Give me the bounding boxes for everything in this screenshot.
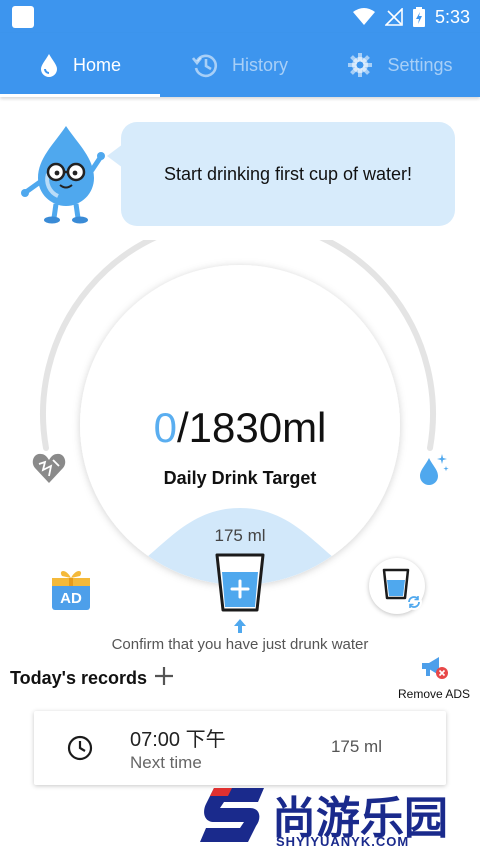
refresh-icon [406, 594, 422, 610]
daily-target: /1830ml [176, 404, 327, 451]
drink-progress-value: 0/1830ml [0, 404, 480, 452]
status-icons: 5:33 [352, 5, 470, 29]
cup-amount: 175 ml [214, 526, 266, 545]
tab-bar: Home History Settings [0, 33, 480, 97]
tip-bubble: Start drinking first cup of water! [107, 122, 455, 226]
clock-icon [67, 735, 93, 761]
record-time: 07:00 下午 [130, 729, 226, 751]
add-record-icon[interactable] [152, 664, 176, 688]
water-drop-mascot [21, 126, 105, 224]
watermark-logo: 尚游乐园 SHYIYUANYK.COM [198, 780, 480, 853]
drink-cup-button[interactable] [214, 552, 266, 614]
battery-icon [412, 7, 425, 27]
wifi-icon [352, 8, 375, 25]
record-amount: 175 ml [330, 737, 382, 756]
tab-history[interactable]: History [160, 33, 320, 97]
megaphone-icon [422, 657, 448, 679]
notification-icon [12, 6, 34, 28]
daily-target-label: Daily Drink Target [163, 468, 317, 488]
gear-icon [348, 53, 373, 77]
tab-home-label: Home [72, 54, 121, 75]
status-time: 5:33 [434, 6, 470, 27]
switch-cup-button[interactable] [369, 558, 425, 614]
records-title: Today's records [10, 668, 147, 688]
current-intake: 0 [153, 404, 177, 451]
tab-settings-label: Settings [387, 54, 453, 75]
tab-home[interactable]: Home [0, 33, 160, 97]
ad-label: AD [60, 590, 82, 607]
heart-start-icon [32, 453, 66, 483]
water-drops-goal-icon [420, 454, 449, 485]
watermark-url: SHYIYUANYK.COM [276, 834, 410, 849]
record-subtitle: Next time [130, 753, 202, 772]
confirm-drink-text: Confirm that you have just drunk water [111, 636, 369, 653]
watermark-s-logo [200, 788, 264, 842]
tab-settings[interactable]: Settings [320, 33, 480, 97]
history-icon [191, 54, 217, 78]
remove-ads-label: Remove ADS [397, 687, 471, 701]
signal-icon [384, 8, 403, 26]
status-bar: 5:33 [0, 0, 480, 33]
arrow-up-icon [234, 619, 246, 633]
water-drop-icon [40, 54, 57, 77]
record-item[interactable]: 07:00 下午 Next time 175 ml [34, 711, 446, 785]
remove-ads-button[interactable]: Remove ADS [394, 654, 474, 701]
ad-gift-button[interactable]: AD [50, 566, 92, 612]
tab-history-label: History [231, 54, 288, 75]
tip-text: Start drinking first cup of water! [163, 163, 413, 184]
